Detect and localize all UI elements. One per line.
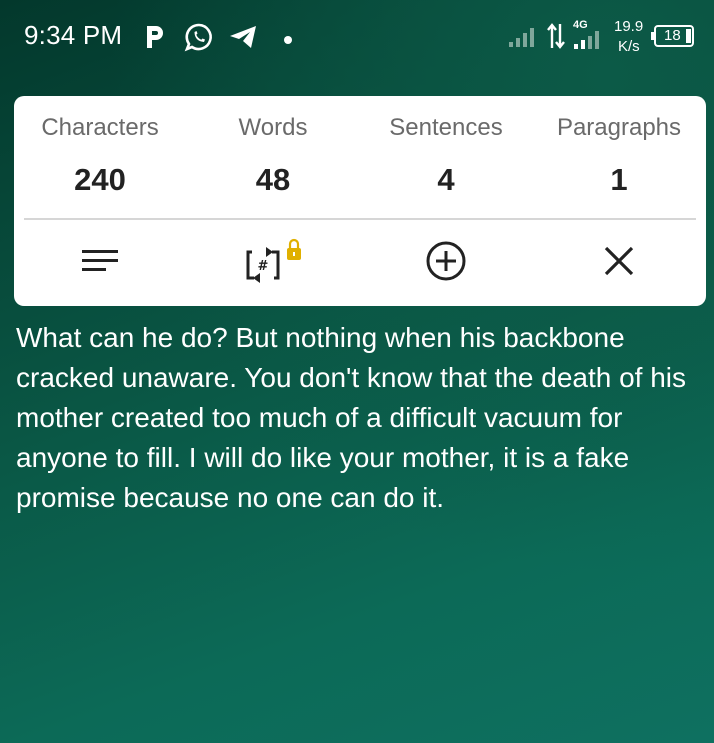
- stat-paragraphs-value: 1: [610, 162, 628, 197]
- close-icon: [602, 244, 636, 283]
- action-bar: #: [14, 220, 706, 306]
- stats-row: Characters 240 Words 48 Sentences 4 Para…: [14, 96, 706, 218]
- signal-strength-icon: [508, 26, 540, 53]
- stat-sentences: Sentences 4: [360, 114, 532, 198]
- convert-numbers-button[interactable]: #: [244, 238, 304, 288]
- align-left-icon: [80, 246, 120, 281]
- stat-characters: Characters 240: [14, 114, 186, 198]
- signal-strength-4g-icon: [572, 30, 608, 55]
- battery-level: 18: [664, 27, 681, 44]
- telegram-icon: [228, 24, 258, 55]
- stat-words: Words 48: [187, 114, 359, 198]
- stat-words-label: Words: [238, 114, 308, 141]
- notification-dot-icon: [283, 32, 293, 50]
- stat-characters-value: 240: [74, 162, 126, 197]
- add-button[interactable]: [416, 238, 476, 288]
- network-speed-value: 19.9: [614, 18, 644, 35]
- close-button[interactable]: [589, 238, 649, 288]
- swap-hash-icon: #: [242, 236, 306, 291]
- status-time: 9:34 PM: [24, 20, 123, 50]
- stat-words-value: 48: [255, 162, 291, 197]
- stat-paragraphs: Paragraphs 1: [533, 114, 705, 198]
- stat-sentences-label: Sentences: [389, 114, 503, 141]
- parking-app-icon: [144, 24, 166, 55]
- format-text-button[interactable]: [70, 238, 130, 288]
- status-bar: 9:34 PM 4G 19.9 K/s 18: [0, 0, 714, 76]
- stats-card: Characters 240 Words 48 Sentences 4 Para…: [14, 96, 706, 306]
- svg-text:#: #: [258, 259, 269, 274]
- stat-paragraphs-label: Paragraphs: [556, 114, 682, 141]
- data-transfer-icon: [546, 22, 566, 55]
- analyzed-text[interactable]: What can he do? But nothing when his bac…: [16, 318, 704, 518]
- add-circle-icon: [424, 239, 468, 288]
- stat-sentences-value: 4: [437, 162, 455, 197]
- stat-characters-label: Characters: [41, 114, 159, 141]
- whatsapp-icon: [184, 22, 214, 57]
- network-speed-unit: K/s: [618, 38, 640, 55]
